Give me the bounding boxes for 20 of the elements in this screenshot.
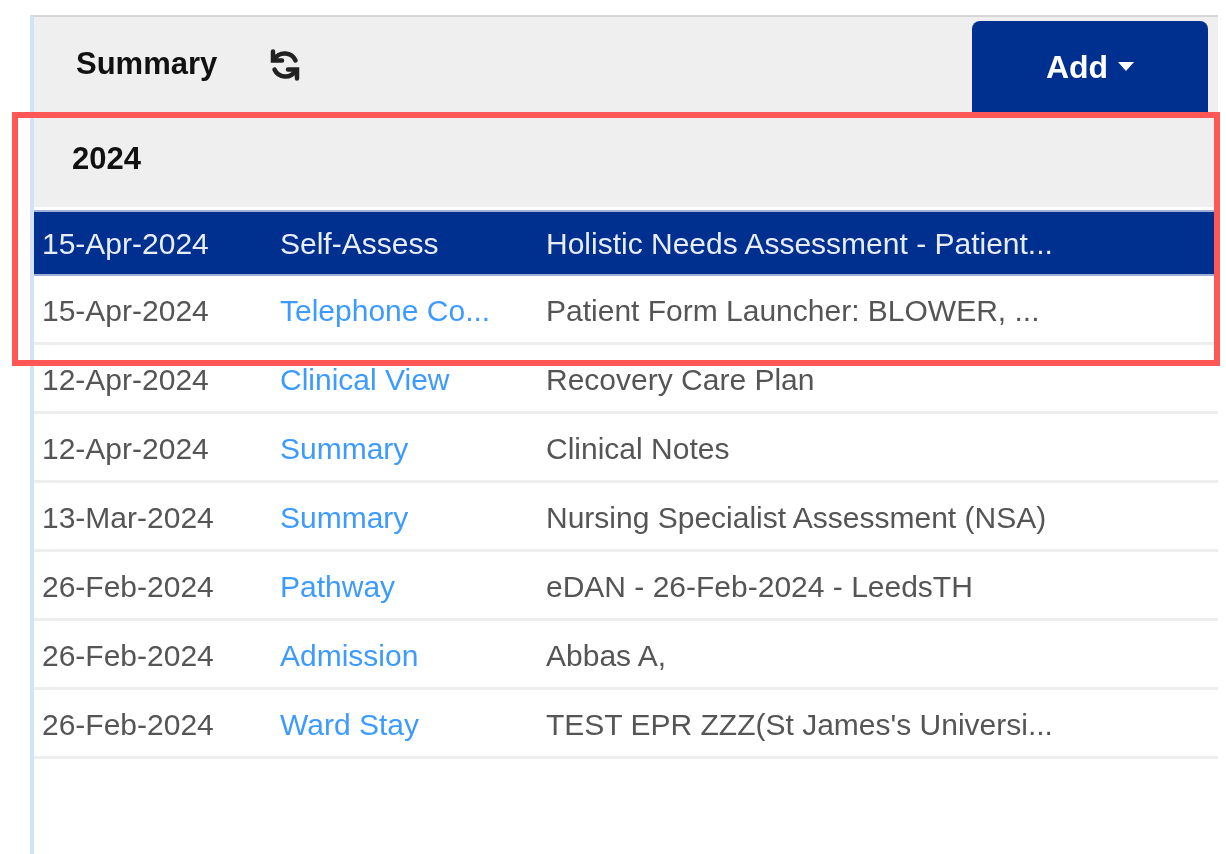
type-link[interactable]: Self-Assess xyxy=(280,220,546,266)
description-cell-text: Patient Form Launcher: BLOWER, ... xyxy=(546,293,1040,329)
date-cell-text: 15-Apr-2024 xyxy=(42,225,210,262)
date-cell-text: 12-Apr-2024 xyxy=(42,431,210,467)
description-cell-text: Clinical Notes xyxy=(546,431,730,467)
date-cell-text: 13-Mar-2024 xyxy=(42,500,215,536)
description-cell-text: eDAN - 26-Feb-2024 - LeedsTH xyxy=(546,569,973,605)
description-cell-text: Abbas A, xyxy=(546,638,667,674)
panel-title: Summary xyxy=(76,45,218,84)
date-cell-text: 26-Feb-2024 xyxy=(42,638,215,674)
date-cell-text: 26-Feb-2024 xyxy=(42,569,215,605)
date-cell-text: 15-Apr-2024 xyxy=(42,293,210,329)
date-cell-text: 26-Feb-2024 xyxy=(42,707,215,743)
caret-icon xyxy=(1118,62,1135,71)
description-cell-text: Holistic Needs Assessment - Patient... xyxy=(546,225,1053,262)
description-cell-text: TEST EPR ZZZ(St James's Universi... xyxy=(546,707,1053,743)
description-cell-text: Nursing Specialist Assessment (NSA) xyxy=(546,500,1047,536)
description-cell-text: Recovery Care Plan xyxy=(546,362,815,398)
add-button[interactable]: Add xyxy=(972,21,1208,112)
date-cell-text: 12-Apr-2024 xyxy=(42,362,210,398)
